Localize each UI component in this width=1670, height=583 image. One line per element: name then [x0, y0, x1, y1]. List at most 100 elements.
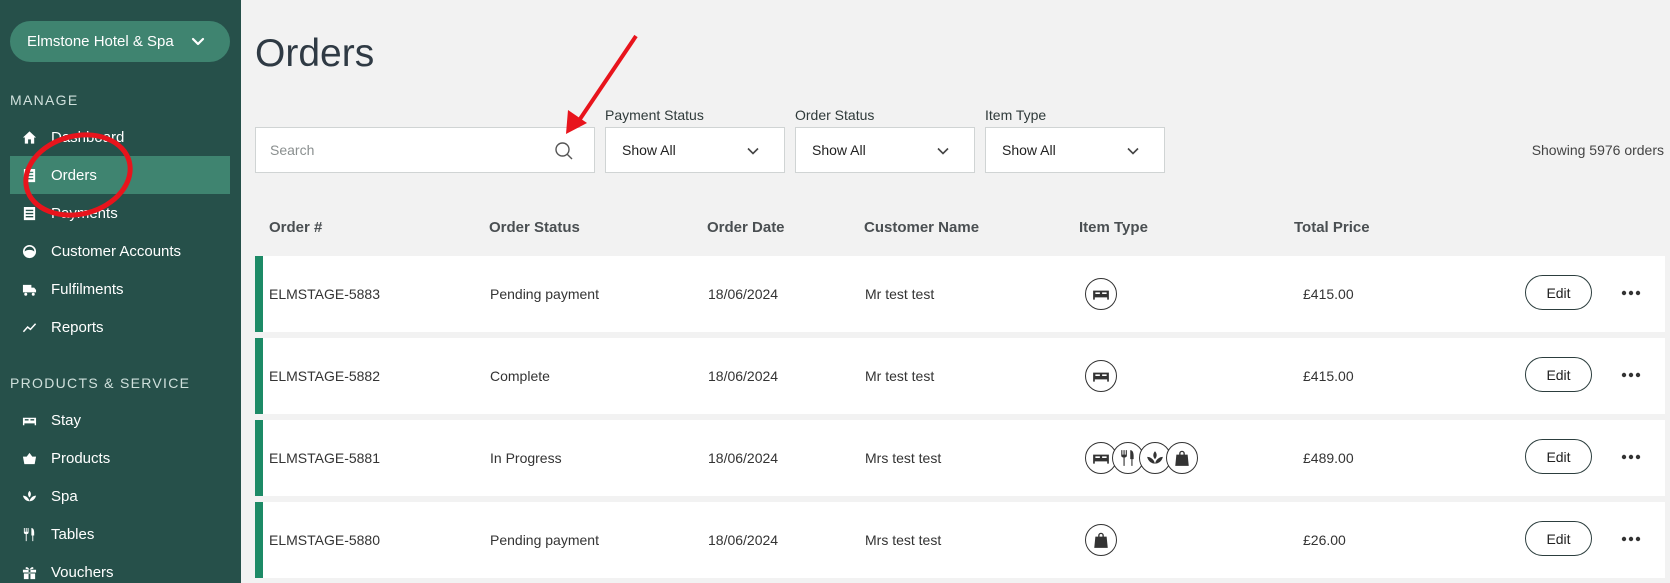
order-status-select[interactable]: Show All	[795, 127, 975, 173]
item-types	[1085, 360, 1117, 392]
item-types	[1085, 278, 1117, 310]
search-icon[interactable]	[554, 141, 574, 161]
order-number: ELMSTAGE-5882	[269, 368, 381, 384]
sidebar-item-label: Dashboard	[51, 128, 125, 146]
order-number: ELMSTAGE-5883	[269, 286, 381, 302]
sidebar-item-products[interactable]: Products	[10, 439, 230, 477]
table-row[interactable]: ELMSTAGE-5880 Pending payment 18/06/2024…	[255, 502, 1665, 578]
hotel-switcher[interactable]: Elmstone Hotel & Spa	[10, 21, 230, 62]
cutlery-icon	[20, 525, 38, 543]
edit-button[interactable]: Edit	[1525, 275, 1592, 310]
gift-icon	[20, 563, 38, 581]
item-types	[1085, 524, 1117, 556]
sidebar: Elmstone Hotel & Spa MANAGE Dashboard Or…	[0, 0, 241, 583]
item-types	[1085, 442, 1198, 474]
sidebar-item-vouchers[interactable]: Vouchers	[10, 553, 230, 583]
sidebar-item-fulfilments[interactable]: Fulfilments	[10, 270, 230, 308]
sidebar-item-spa[interactable]: Spa	[10, 477, 230, 515]
table-row[interactable]: ELMSTAGE-5882 Complete 18/06/2024 Mr tes…	[255, 338, 1665, 414]
sidebar-item-label: Payments	[51, 204, 118, 222]
bed-icon	[1085, 278, 1117, 310]
list-icon	[20, 166, 38, 184]
sidebar-item-payments[interactable]: Payments	[10, 194, 230, 232]
sidebar-item-stay[interactable]: Stay	[10, 401, 230, 439]
order-status: Pending payment	[490, 532, 599, 548]
sidebar-item-reports[interactable]: Reports	[10, 308, 230, 346]
more-options-icon[interactable]	[1620, 530, 1642, 548]
edit-button[interactable]: Edit	[1525, 439, 1592, 474]
chart-line-icon	[20, 318, 38, 336]
edit-button[interactable]: Edit	[1525, 521, 1592, 556]
order-status: Complete	[490, 368, 550, 384]
column-header-customer: Customer Name	[864, 219, 980, 236]
customer-name: Mr test test	[865, 286, 935, 302]
order-status-label: Order Status	[795, 107, 875, 123]
order-status-value: Show All	[812, 142, 866, 158]
customer-name: Mrs test test	[865, 532, 942, 548]
customer-name: Mrs test test	[865, 450, 942, 466]
total-price: £415.00	[1303, 368, 1354, 384]
total-price: £415.00	[1303, 286, 1354, 302]
basket-icon	[20, 449, 38, 467]
more-options-icon[interactable]	[1620, 366, 1642, 384]
order-count: Showing 5976 orders	[1531, 142, 1664, 158]
bed-icon	[1085, 360, 1117, 392]
lotus-icon	[20, 487, 38, 505]
manage-section-label: MANAGE	[10, 92, 79, 108]
search-field[interactable]	[255, 127, 595, 173]
customer-name: Mr test test	[865, 368, 935, 384]
home-icon	[20, 128, 38, 146]
edit-button[interactable]: Edit	[1525, 357, 1592, 392]
sidebar-item-orders[interactable]: Orders	[10, 156, 230, 194]
item-type-value: Show All	[1002, 142, 1056, 158]
item-type-select[interactable]: Show All	[985, 127, 1165, 173]
sidebar-item-tables[interactable]: Tables	[10, 515, 230, 553]
order-date: 18/06/2024	[708, 532, 779, 548]
order-status: In Progress	[490, 450, 562, 466]
sidebar-item-label: Vouchers	[51, 563, 114, 581]
sidebar-item-label: Customer Accounts	[51, 242, 182, 260]
total-price: £26.00	[1303, 532, 1346, 548]
order-number: ELMSTAGE-5881	[269, 450, 381, 466]
more-options-icon[interactable]	[1620, 448, 1642, 466]
order-date: 18/06/2024	[708, 286, 779, 302]
more-options-icon[interactable]	[1620, 284, 1642, 302]
column-header-total: Total Price	[1294, 219, 1370, 236]
column-header-order: Order #	[269, 219, 323, 236]
table-row[interactable]: ELMSTAGE-5883 Pending payment 18/06/2024…	[255, 256, 1665, 332]
search-input[interactable]	[270, 142, 540, 158]
order-date: 18/06/2024	[708, 368, 779, 384]
sidebar-item-label: Stay	[51, 411, 82, 429]
table-row[interactable]: ELMSTAGE-5881 In Progress 18/06/2024 Mrs…	[255, 420, 1665, 496]
bag-icon	[1166, 442, 1198, 474]
chevron-down-icon	[937, 147, 949, 155]
sidebar-item-label: Fulfilments	[51, 280, 124, 298]
sidebar-item-label: Products	[51, 449, 111, 467]
bed-icon	[20, 411, 38, 429]
sidebar-item-label: Orders	[51, 166, 97, 184]
chevron-down-icon	[747, 147, 759, 155]
sidebar-item-customer-accounts[interactable]: Customer Accounts	[10, 232, 230, 270]
truck-icon	[20, 280, 38, 298]
payment-status-label: Payment Status	[605, 107, 704, 123]
column-header-item-type: Item Type	[1079, 219, 1148, 236]
item-type-label: Item Type	[985, 107, 1047, 123]
user-circle-icon	[20, 242, 38, 260]
order-number: ELMSTAGE-5880	[269, 532, 381, 548]
list-icon	[20, 204, 38, 222]
sidebar-item-label: Reports	[51, 318, 104, 336]
sidebar-item-dashboard[interactable]: Dashboard	[10, 118, 230, 156]
total-price: £489.00	[1303, 450, 1354, 466]
column-header-status: Order Status	[489, 219, 580, 236]
sidebar-item-label: Tables	[51, 525, 95, 543]
page-title: Orders	[255, 32, 375, 75]
sidebar-item-label: Spa	[51, 487, 78, 505]
bag-icon	[1085, 524, 1117, 556]
payment-status-select[interactable]: Show All	[605, 127, 785, 173]
chevron-down-icon	[1127, 147, 1139, 155]
column-header-date: Order Date	[707, 219, 785, 236]
chevron-down-icon	[191, 37, 205, 46]
payment-status-value: Show All	[622, 142, 676, 158]
products-section-label: PRODUCTS & SERVICE	[10, 375, 191, 391]
hotel-name: Elmstone Hotel & Spa	[27, 33, 174, 50]
